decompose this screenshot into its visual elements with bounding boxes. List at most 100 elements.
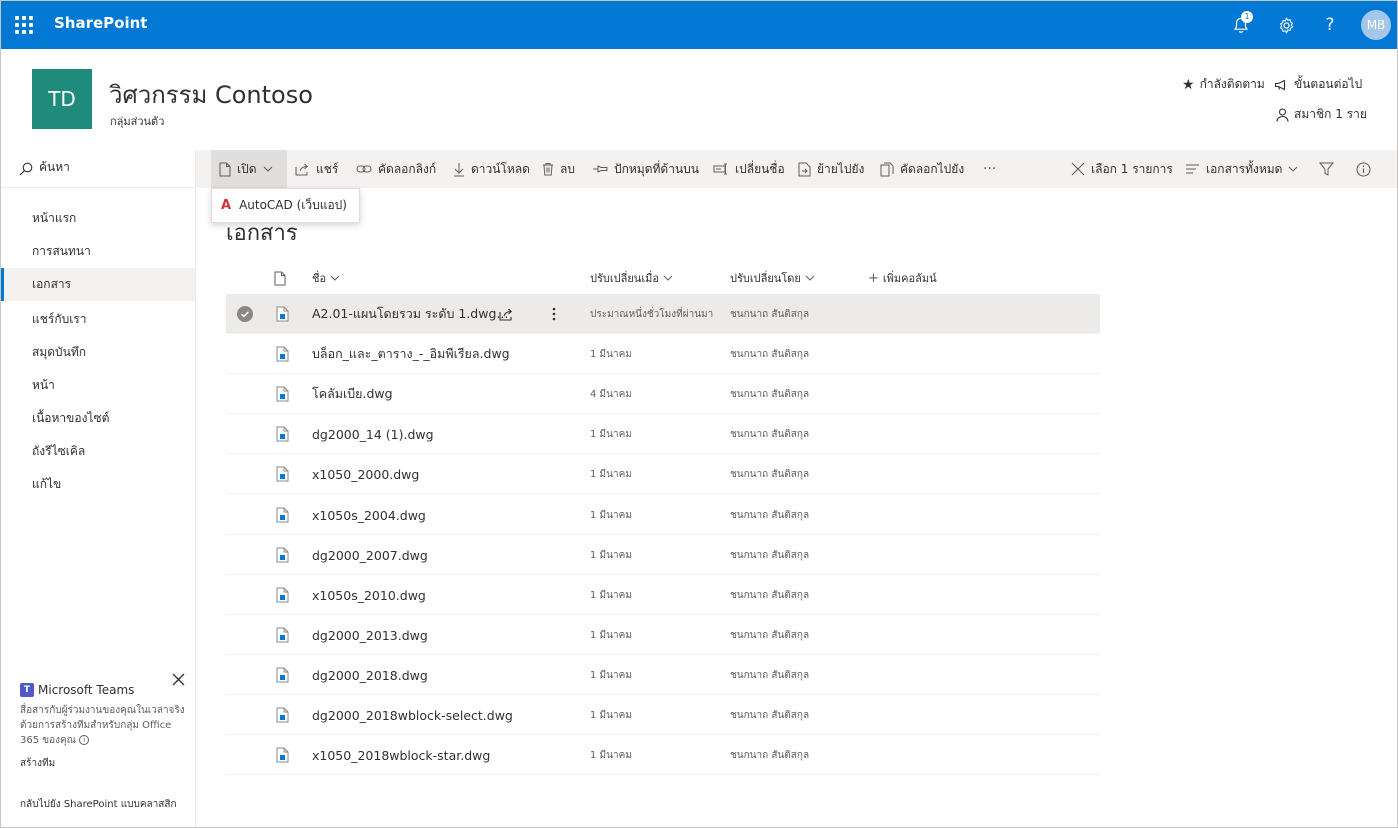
link-icon: [356, 164, 372, 174]
nav-item-edit[interactable]: แก้ไข: [1, 468, 195, 501]
nav-item-documents[interactable]: เอกสาร: [1, 268, 195, 301]
file-name-link[interactable]: A2.01-แผนโดยรวม ระดับ 1.dwg...: [312, 294, 508, 334]
modified-by-user[interactable]: ชนกนาถ สันติสกุล: [730, 334, 809, 374]
modified-by-user[interactable]: ชนกนาถ สันติสกุล: [730, 735, 809, 775]
move-to-button[interactable]: ย้ายไปยัง: [798, 150, 864, 188]
open-button[interactable]: เปิด: [211, 150, 287, 188]
autocad-icon: A: [221, 198, 232, 213]
search-input[interactable]: [39, 160, 189, 174]
table-row[interactable]: dg2000_2013.dwg 1 มีนาคม ชนกนาถ สันติสกุล: [226, 615, 1100, 655]
nav-item-site-contents[interactable]: เนื้อหาของไซต์: [1, 402, 195, 435]
modified-by-user[interactable]: ชนกนาถ สันติสกุล: [730, 454, 809, 494]
table-row[interactable]: A2.01-แผนโดยรวม ระดับ 1.dwg... ประมาณหนึ่…: [226, 294, 1100, 334]
file-type-column-header[interactable]: [274, 263, 286, 293]
file-name-link[interactable]: โคลัมเบีย.dwg: [312, 374, 393, 414]
more-options-icon[interactable]: ···: [983, 150, 996, 188]
user-avatar[interactable]: MB: [1361, 10, 1391, 40]
file-name-link[interactable]: x1050_2000.dwg: [312, 454, 419, 494]
nav-item-conversations[interactable]: การสนทนา: [1, 235, 195, 268]
modified-by-user[interactable]: ชนกนาถ สันติสกุล: [730, 414, 809, 454]
teams-title-label: Microsoft Teams: [38, 683, 135, 697]
app-launcher-icon[interactable]: [15, 16, 33, 34]
file-name-link[interactable]: dg2000_14 (1).dwg: [312, 414, 434, 454]
dwg-file-icon: [276, 695, 289, 735]
share-button[interactable]: แชร์: [295, 150, 338, 188]
file-name-link[interactable]: x1050s_2004.dwg: [312, 495, 426, 535]
chevron-down-icon: [263, 166, 273, 172]
search-box[interactable]: [1, 150, 196, 188]
settings-gear-icon[interactable]: [1274, 13, 1298, 37]
modified-by-user[interactable]: ชนกนาถ สันติสกุล: [730, 695, 809, 735]
download-button[interactable]: ดาวน์โหลด: [453, 150, 530, 188]
modified-date: 1 มีนาคม: [590, 509, 632, 521]
clear-selection-button[interactable]: เลือก 1 รายการ: [1071, 150, 1173, 188]
copy-icon: [880, 162, 894, 177]
modified-by-user[interactable]: ชนกนาถ สันติสกุล: [730, 535, 809, 575]
modified-by-user[interactable]: ชนกนาถ สันติสกุล: [730, 615, 809, 655]
modified-by-user[interactable]: ชนกนาถ สันติสกุล: [730, 374, 809, 414]
name-column-header[interactable]: ชื่อ: [312, 263, 340, 293]
copy-to-button[interactable]: คัดลอกไปยัง: [880, 150, 964, 188]
delete-button[interactable]: ลบ: [542, 150, 575, 188]
nav-item-shared-with-us[interactable]: แชร์กับเรา: [1, 303, 195, 336]
copy-link-button[interactable]: คัดลอกลิงก์: [356, 150, 436, 188]
row-share-icon[interactable]: [499, 306, 514, 325]
file-name-link[interactable]: บล็อก_และ_ตาราง_-_อิมพีเรียล.dwg: [312, 334, 510, 374]
table-row[interactable]: x1050s_2010.dwg 1 มีนาคม ชนกนาถ สันติสกุล: [226, 575, 1100, 615]
nav-item-notebook[interactable]: สมุดบันทึก: [1, 336, 195, 369]
table-row[interactable]: dg2000_14 (1).dwg 1 มีนาคม ชนกนาถ สันติสกุ…: [226, 414, 1100, 454]
row-more-actions-icon[interactable]: [552, 306, 556, 326]
modified-by-user[interactable]: ชนกนาถ สันติสกุล: [730, 575, 809, 615]
sharepoint-brand[interactable]: SharePoint: [54, 14, 147, 32]
row-selected-check-icon[interactable]: [237, 306, 253, 322]
document-icon: [219, 162, 231, 177]
nav-item-pages[interactable]: หน้า: [1, 369, 195, 402]
create-team-link[interactable]: สร้างทีม: [20, 756, 190, 771]
table-row[interactable]: x1050_2000.dwg 1 มีนาคม ชนกนาถ สันติสกุล: [226, 454, 1100, 494]
view-switcher-button[interactable]: เอกสารทั้งหมด: [1185, 150, 1298, 188]
add-column-button[interactable]: + เพิ่มคอลัมน์: [868, 263, 937, 293]
modified-by-user[interactable]: ชนกนาถ สันติสกุล: [730, 294, 809, 334]
file-name-link[interactable]: dg2000_2007.dwg: [312, 535, 428, 575]
suite-bar: SharePoint 1 ? MB: [1, 1, 1397, 49]
following-button[interactable]: ★ กำลังติดตาม: [1182, 75, 1265, 94]
open-menu-autocad-item[interactable]: A AutoCAD (เว็บแอป): [211, 188, 360, 223]
modified-by-column-header[interactable]: ปรับเปลี่ยนโดย: [730, 263, 815, 293]
open-label: เปิด: [237, 161, 257, 176]
plus-icon: +: [868, 270, 879, 286]
table-row[interactable]: dg2000_2007.dwg 1 มีนาคม ชนกนาถ สันติสกุล: [226, 535, 1100, 575]
info-icon[interactable]: [1356, 150, 1371, 188]
next-steps-button[interactable]: ขั้นตอนต่อไป: [1274, 75, 1362, 94]
help-question-icon[interactable]: ?: [1318, 13, 1342, 37]
modified-column-header[interactable]: ปรับเปลี่ยนเมื่อ: [590, 263, 673, 293]
megaphone-icon: [1274, 79, 1289, 91]
modified-by-user[interactable]: ชนกนาถ สันติสกุล: [730, 495, 809, 535]
site-title[interactable]: วิศวกรรม Contoso: [109, 75, 313, 114]
dwg-file-icon: [276, 735, 289, 775]
pin-icon: [592, 164, 608, 174]
table-row[interactable]: โคลัมเบีย.dwg 4 มีนาคม ชนกนาถ สันติสกุล: [226, 374, 1100, 414]
file-name-link[interactable]: dg2000_2018wblock-select.dwg: [312, 695, 513, 735]
table-row[interactable]: x1050s_2004.dwg 1 มีนาคม ชนกนาถ สันติสกุล: [226, 495, 1100, 535]
file-name-link[interactable]: dg2000_2018.dwg: [312, 655, 428, 695]
table-row[interactable]: บล็อก_และ_ตาราง_-_อิมพีเรียล.dwg 1 มีนาคม…: [226, 334, 1100, 374]
pin-to-top-button[interactable]: ปักหมุดที่ด้านบน: [592, 150, 699, 188]
site-logo[interactable]: TD: [32, 69, 92, 129]
table-row[interactable]: dg2000_2018wblock-select.dwg 1 มีนาคม ชนกน…: [226, 695, 1100, 735]
dwg-file-icon: [276, 414, 289, 454]
members-button[interactable]: สมาชิก 1 ราย: [1276, 105, 1367, 124]
filter-icon[interactable]: [1319, 150, 1334, 188]
table-row[interactable]: x1050_2018wblock-star.dwg 1 มีนาคม ชนกนาถ …: [226, 735, 1100, 775]
nav-item-home[interactable]: หน้าแรก: [1, 202, 195, 235]
modified-date: 1 มีนาคม: [590, 629, 632, 641]
modified-by-user[interactable]: ชนกนาถ สันติสกุล: [730, 655, 809, 695]
file-name-link[interactable]: dg2000_2013.dwg: [312, 615, 428, 655]
nav-item-recycle-bin[interactable]: ถังรีไซเคิล: [1, 435, 195, 468]
info-icon[interactable]: i: [79, 735, 90, 745]
file-name-link[interactable]: x1050s_2010.dwg: [312, 575, 426, 615]
file-name-link[interactable]: x1050_2018wblock-star.dwg: [312, 735, 490, 775]
table-row[interactable]: dg2000_2018.dwg 1 มีนาคม ชนกนาถ สันติสกุล: [226, 655, 1100, 695]
vertical-scrollbar[interactable]: [1384, 188, 1397, 827]
rename-button[interactable]: เปลี่ยนชื่อ: [713, 150, 785, 188]
return-to-classic-link[interactable]: กลับไปยัง SharePoint แบบคลาสสิก: [20, 797, 177, 812]
